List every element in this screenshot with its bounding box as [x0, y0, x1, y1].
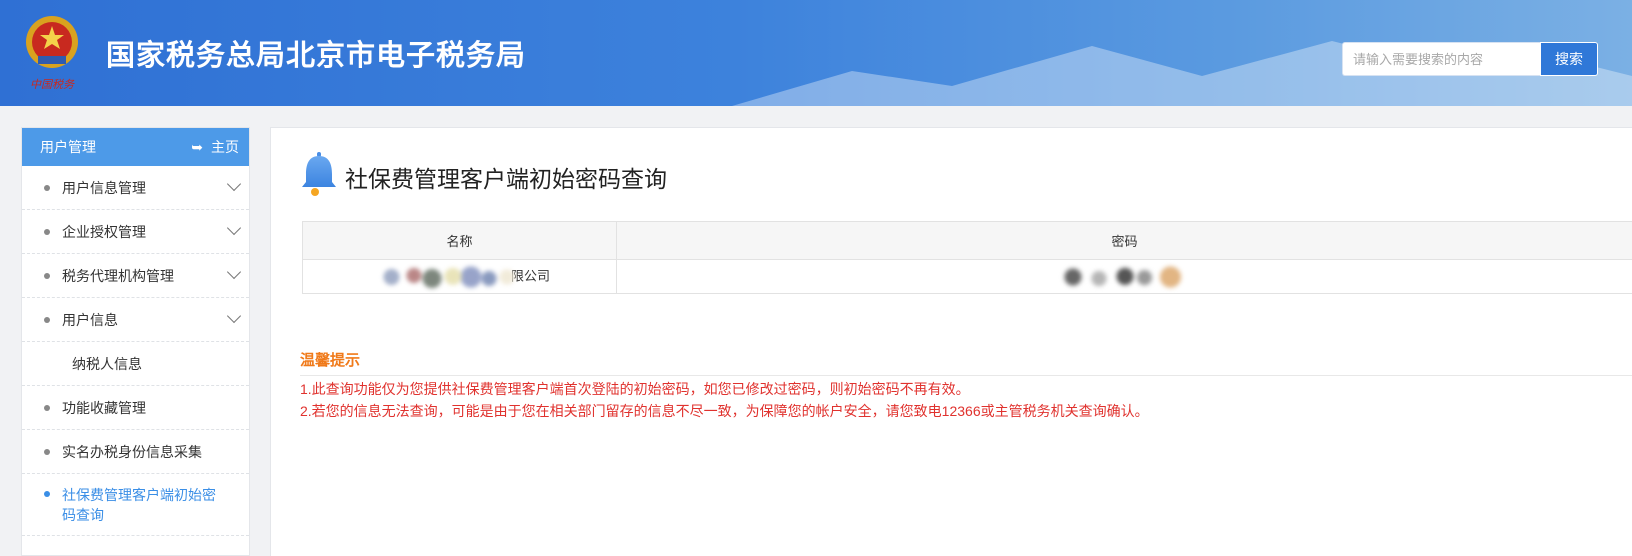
sidebar-item-social-security-password[interactable]: 社保费管理客户端初始密码查询 — [22, 474, 249, 536]
svg-text:中国税务: 中国税务 — [30, 78, 75, 91]
main-panel: 社保费管理客户端初始密码查询 名称 密码 限公司 温馨提示 1.此查询功能仅为您… — [270, 127, 1632, 556]
sidebar-title: 用户管理 — [40, 139, 96, 155]
sidebar-item-label: 用户信息管理 — [62, 180, 146, 196]
table-header-row: 名称 密码 — [302, 221, 1632, 260]
bullet-icon — [44, 185, 50, 191]
sidebar: 用户管理 ➥ 主页 用户信息管理 企业授权管理 税务代理机构管理 用户信息 纳税人… — [21, 127, 250, 556]
table-row: 限公司 — [302, 259, 1632, 294]
column-header-password: 密码 — [616, 221, 1632, 260]
sidebar-item-enterprise-auth[interactable]: 企业授权管理 — [22, 210, 249, 254]
site-header: 中国税务 国家税务总局北京市电子税务局 搜索 — [0, 0, 1632, 106]
password-table: 名称 密码 限公司 — [302, 221, 1632, 294]
sidebar-item-label: 纳税人信息 — [72, 356, 142, 372]
redacted-password-mosaic — [1059, 261, 1190, 292]
home-link[interactable]: ➥ 主页 — [191, 128, 239, 166]
tips-divider — [300, 375, 1632, 376]
sidebar-item-label: 实名办税身份信息采集 — [62, 444, 202, 460]
bullet-icon — [44, 273, 50, 279]
bullet-icon — [44, 449, 50, 455]
bullet-icon — [44, 317, 50, 323]
column-header-name: 名称 — [302, 221, 617, 260]
sidebar-item-label: 税务代理机构管理 — [62, 268, 174, 284]
chevron-down-icon — [226, 220, 242, 236]
sidebar-subitem-taxpayer-info[interactable]: 纳税人信息 — [22, 342, 249, 386]
page-title: 社保费管理客户端初始密码查询 — [345, 166, 667, 192]
sidebar-item-realname-collection[interactable]: 实名办税身份信息采集 — [22, 430, 249, 474]
reply-arrow-icon: ➥ — [191, 139, 203, 155]
bullet-icon — [44, 405, 50, 411]
cell-company-name: 限公司 — [302, 259, 617, 294]
sidebar-item-user-info[interactable]: 用户信息 — [22, 298, 249, 342]
redacted-name-mosaic — [368, 261, 519, 292]
bullet-icon — [44, 491, 50, 497]
sidebar-item-user-info-management[interactable]: 用户信息管理 — [22, 166, 249, 210]
tip-line-2: 2.若您的信息无法查询，可能是由于您在相关部门留存的信息不尽一致，为保障您的帐户… — [300, 403, 1149, 419]
sidebar-item-label: 功能收藏管理 — [62, 400, 146, 416]
sidebar-item-favorites[interactable]: 功能收藏管理 — [22, 386, 249, 430]
sidebar-item-tax-agency[interactable]: 税务代理机构管理 — [22, 254, 249, 298]
tip-line-1: 1.此查询功能仅为您提供社保费管理客户端首次登陆的初始密码，如您已修改过密码，则… — [300, 381, 970, 397]
search-button[interactable]: 搜索 — [1540, 42, 1598, 76]
cell-password — [616, 259, 1632, 294]
bullet-icon — [44, 229, 50, 235]
chevron-down-icon — [226, 264, 242, 280]
chevron-down-icon — [226, 308, 242, 324]
site-title: 国家税务总局北京市电子税务局 — [106, 38, 527, 72]
sidebar-item-label: 企业授权管理 — [62, 224, 146, 240]
chevron-down-icon — [226, 176, 242, 192]
tax-emblem-logo: 中国税务 — [26, 16, 78, 91]
sidebar-item-label: 社保费管理客户端初始密码查询 — [62, 487, 216, 523]
sidebar-item-label: 用户信息 — [62, 312, 118, 328]
home-label: 主页 — [211, 139, 239, 155]
bell-icon — [302, 152, 336, 196]
sidebar-header: 用户管理 ➥ 主页 — [22, 128, 249, 166]
tips-title: 温馨提示 — [300, 352, 361, 369]
search-input[interactable] — [1342, 42, 1540, 76]
